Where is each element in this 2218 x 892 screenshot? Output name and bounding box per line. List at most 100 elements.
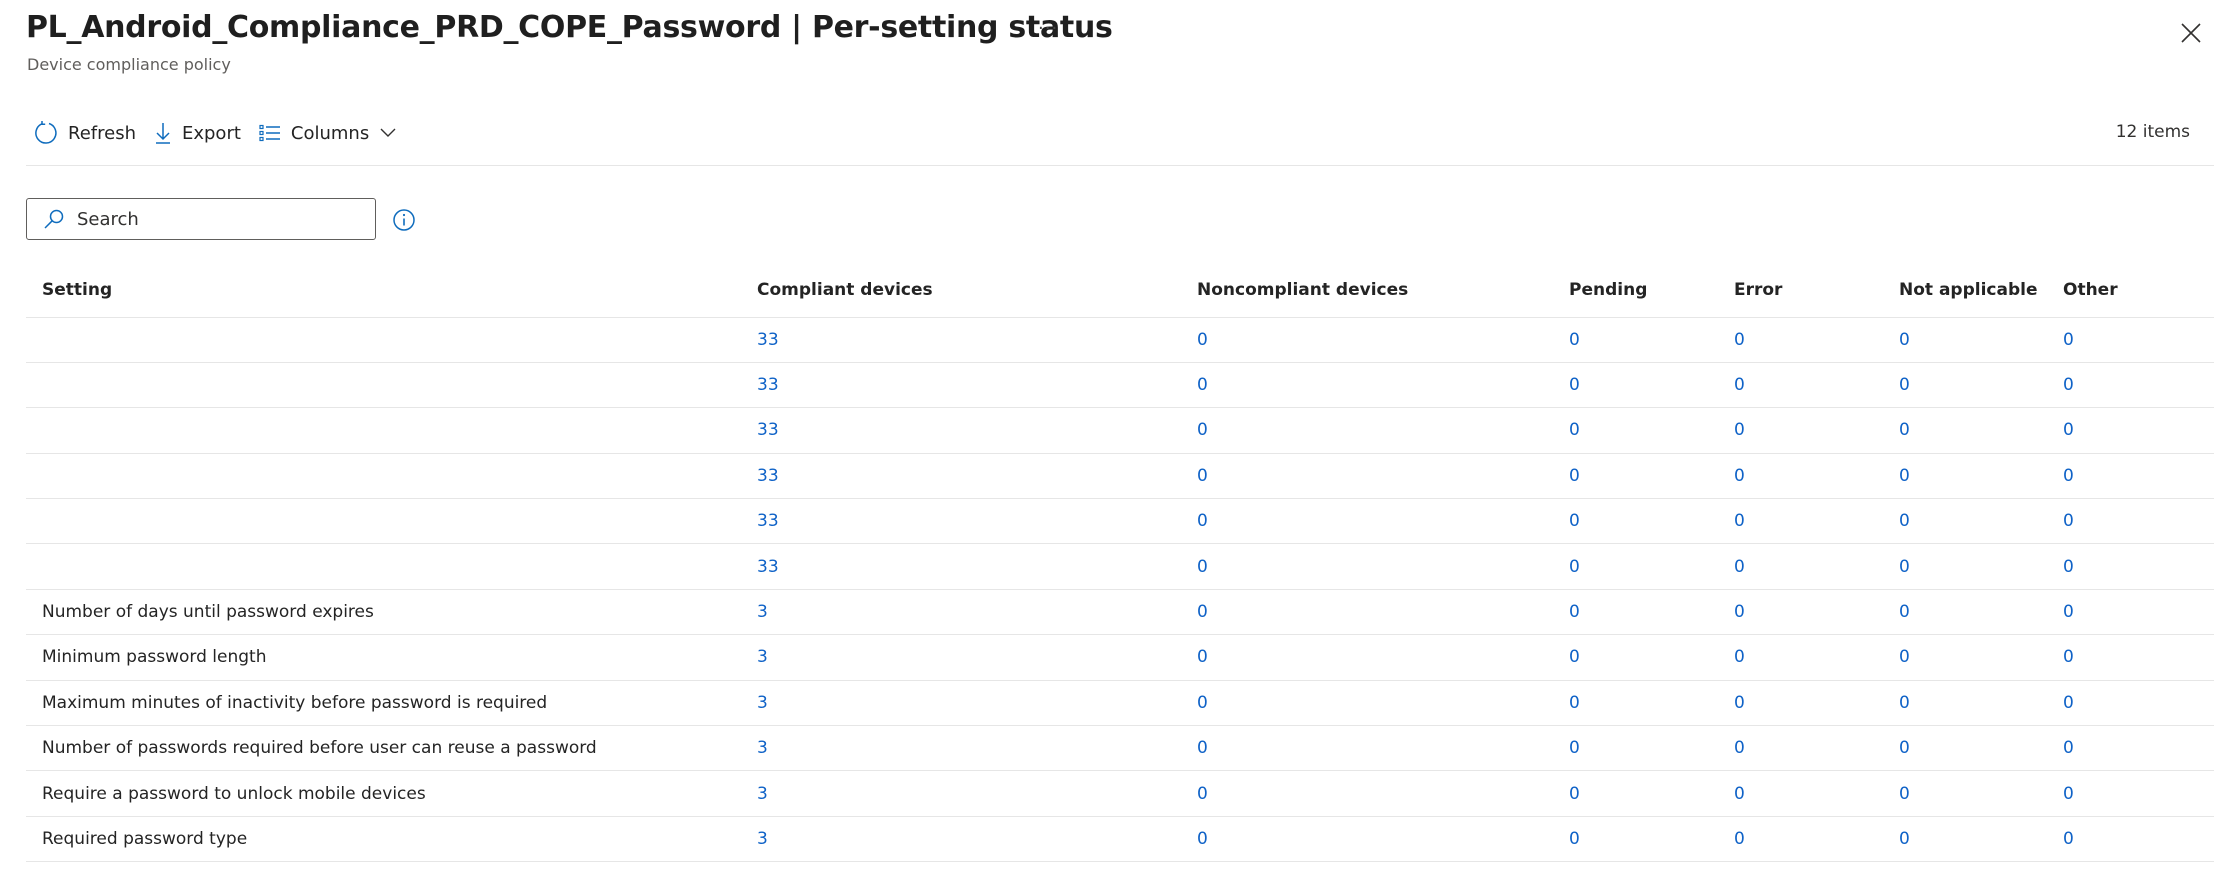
other-link[interactable]: 0 [2063,466,2074,486]
error-link[interactable]: 0 [1734,602,1745,622]
noncompliant-devices-link[interactable]: 0 [1197,784,1208,804]
other-link[interactable]: 0 [2063,330,2074,350]
column-header-not-applicable[interactable]: Not applicable [1883,264,2047,318]
compliant-devices-link[interactable]: 3 [757,693,768,713]
noncompliant-devices-link[interactable]: 0 [1197,330,1208,350]
table-row[interactable]: Require a password to unlock mobile devi… [26,770,2214,817]
error-link[interactable]: 0 [1734,375,1745,395]
noncompliant-devices-link[interactable]: 0 [1197,375,1208,395]
pending-link[interactable]: 0 [1569,511,1580,531]
error-link[interactable]: 0 [1734,330,1745,350]
noncompliant-devices-link[interactable]: 0 [1197,829,1208,849]
compliant-devices-link[interactable]: 3 [757,784,768,804]
column-header-error[interactable]: Error [1718,264,1883,318]
error-link[interactable]: 0 [1734,647,1745,667]
table-row[interactable]: 33 0 0 0 0 0 [26,362,2214,409]
pending-link[interactable]: 0 [1569,784,1580,804]
compliant-devices-link[interactable]: 33 [757,330,779,350]
noncompliant-devices-link[interactable]: 0 [1197,738,1208,758]
compliant-devices-link[interactable]: 3 [757,647,768,667]
error-link[interactable]: 0 [1734,466,1745,486]
column-header-other[interactable]: Other [2047,264,2214,318]
error-link[interactable]: 0 [1734,738,1745,758]
not-applicable-link[interactable]: 0 [1899,693,1910,713]
other-link[interactable]: 0 [2063,647,2074,667]
other-link[interactable]: 0 [2063,738,2074,758]
error-cell: 0 [1718,680,1883,727]
other-link[interactable]: 0 [2063,420,2074,440]
pending-link[interactable]: 0 [1569,466,1580,486]
other-link[interactable]: 0 [2063,557,2074,577]
pending-link[interactable]: 0 [1569,602,1580,622]
noncompliant-devices-link[interactable]: 0 [1197,557,1208,577]
error-link[interactable]: 0 [1734,420,1745,440]
table-row[interactable]: 33 0 0 0 0 0 [26,543,2214,590]
table-row[interactable]: 33 0 0 0 0 0 [26,317,2214,363]
table-row[interactable]: 33 0 0 0 0 0 [26,407,2214,454]
pending-link[interactable]: 0 [1569,647,1580,667]
pending-link[interactable]: 0 [1569,557,1580,577]
noncompliant-devices-link[interactable]: 0 [1197,466,1208,486]
table-row[interactable]: Number of passwords required before user… [26,725,2214,772]
noncompliant-devices-link[interactable]: 0 [1197,420,1208,440]
compliant-devices-link[interactable]: 3 [757,829,768,849]
search-box[interactable] [26,198,376,240]
error-link[interactable]: 0 [1734,829,1745,849]
compliant-devices-link[interactable]: 3 [757,738,768,758]
table-row[interactable]: Number of days until password expires 3 0 0… [26,589,2214,636]
compliant-devices-link[interactable]: 33 [757,375,779,395]
other-link[interactable]: 0 [2063,784,2074,804]
columns-button[interactable]: Columns [251,118,407,148]
not-applicable-link[interactable]: 0 [1899,375,1910,395]
noncompliant-devices-link[interactable]: 0 [1197,693,1208,713]
error-link[interactable]: 0 [1734,557,1745,577]
pending-link[interactable]: 0 [1569,693,1580,713]
table-row[interactable]: Maximum minutes of inactivity before pas… [26,680,2214,727]
not-applicable-link[interactable]: 0 [1899,466,1910,486]
pending-link[interactable]: 0 [1569,829,1580,849]
column-header-setting[interactable]: Setting [26,264,741,318]
pending-link[interactable]: 0 [1569,420,1580,440]
other-link[interactable]: 0 [2063,375,2074,395]
error-link[interactable]: 0 [1734,511,1745,531]
not-applicable-link[interactable]: 0 [1899,420,1910,440]
compliant-devices-link[interactable]: 33 [757,511,779,531]
not-applicable-link[interactable]: 0 [1899,602,1910,622]
compliant-devices-link[interactable]: 3 [757,602,768,622]
not-applicable-link[interactable]: 0 [1899,647,1910,667]
other-link[interactable]: 0 [2063,602,2074,622]
refresh-button[interactable]: Refresh [26,118,146,148]
info-button[interactable] [392,208,416,236]
export-button[interactable]: Export [146,118,251,148]
table-row[interactable]: Required password type 3 0 0 0 0 0 [26,816,2214,863]
error-link[interactable]: 0 [1734,784,1745,804]
not-applicable-link[interactable]: 0 [1899,784,1910,804]
pending-link[interactable]: 0 [1569,330,1580,350]
pending-link[interactable]: 0 [1569,375,1580,395]
noncompliant-devices-link[interactable]: 0 [1197,511,1208,531]
search-input[interactable] [75,207,359,231]
column-header-pending[interactable]: Pending [1553,264,1718,318]
table-row[interactable]: Minimum password length 3 0 0 0 0 0 [26,634,2214,681]
column-header-compliant-devices[interactable]: Compliant devices [741,264,1181,318]
not-applicable-link[interactable]: 0 [1899,557,1910,577]
not-applicable-link[interactable]: 0 [1899,330,1910,350]
table-row[interactable]: 33 0 0 0 0 0 [26,453,2214,500]
noncompliant-devices-link[interactable]: 0 [1197,647,1208,667]
not-applicable-link[interactable]: 0 [1899,829,1910,849]
other-link[interactable]: 0 [2063,829,2074,849]
other-link[interactable]: 0 [2063,511,2074,531]
other-link[interactable]: 0 [2063,693,2074,713]
noncompliant-devices-link[interactable]: 0 [1197,602,1208,622]
compliant-devices-link[interactable]: 33 [757,420,779,440]
not-applicable-link[interactable]: 0 [1899,738,1910,758]
error-link[interactable]: 0 [1734,693,1745,713]
not-applicable-link[interactable]: 0 [1899,511,1910,531]
table-row[interactable]: 33 0 0 0 0 0 [26,498,2214,545]
more-options-button[interactable]: ··· [1038,18,1058,39]
close-button[interactable] [2178,20,2204,46]
column-header-noncompliant-devices[interactable]: Noncompliant devices [1181,264,1553,318]
compliant-devices-link[interactable]: 33 [757,557,779,577]
compliant-devices-link[interactable]: 33 [757,466,779,486]
pending-link[interactable]: 0 [1569,738,1580,758]
